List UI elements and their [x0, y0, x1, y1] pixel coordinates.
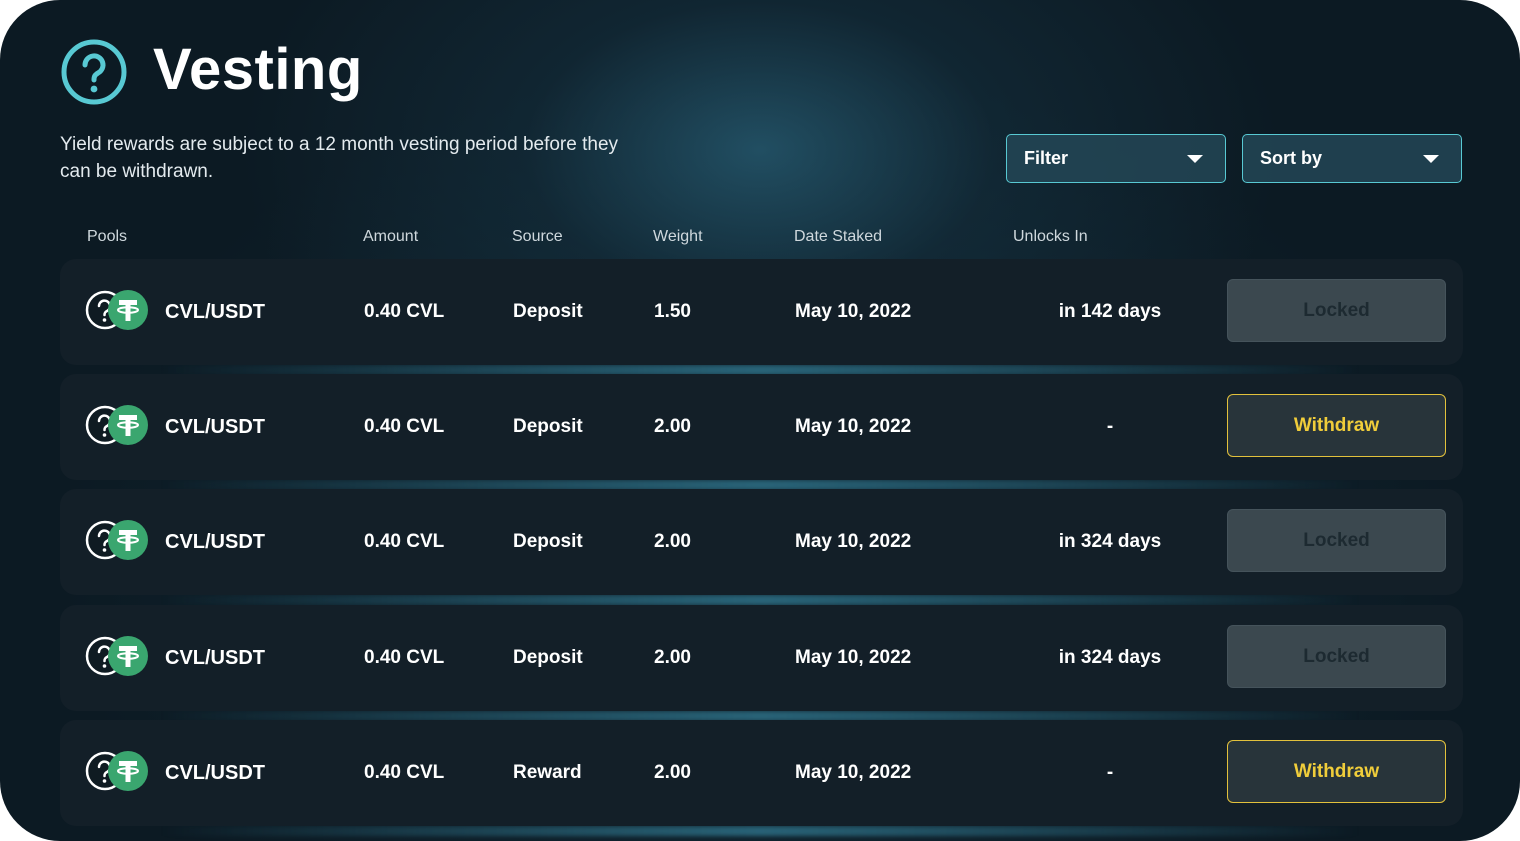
row-separator	[160, 595, 1360, 605]
withdraw-button[interactable]: Withdraw	[1227, 394, 1446, 457]
date-staked-value: May 10, 2022	[795, 416, 912, 437]
table-row: CVL/USDT 0.40 CVL Deposit 2.00 May 10, 2022 i…	[60, 605, 1463, 711]
cvl-usdt-pair-icon	[84, 750, 150, 792]
filter-dropdown[interactable]: Filter	[1006, 134, 1226, 183]
chevron-down-icon	[1187, 155, 1203, 163]
amount-value: 0.40 CVL	[364, 531, 445, 552]
page-title: Vesting	[153, 37, 363, 102]
pool-name: CVL/USDT	[165, 530, 265, 553]
locked-button[interactable]: Locked	[1227, 625, 1446, 688]
unlocks-in-value: in 324 days	[1058, 647, 1162, 668]
date-staked-value: May 10, 2022	[795, 762, 912, 783]
chevron-down-icon	[1423, 155, 1439, 163]
source-value: Deposit	[513, 647, 583, 668]
source-value: Deposit	[513, 301, 583, 322]
cvl-usdt-pair-icon	[84, 404, 150, 446]
filter-dropdown-label: Filter	[1024, 148, 1069, 168]
column-header-date-staked: Date Staked	[794, 228, 883, 245]
column-header-pools: Pools	[87, 228, 128, 245]
cvl-usdt-pair-icon	[84, 635, 150, 677]
weight-value: 2.00	[654, 416, 691, 437]
date-staked-value: May 10, 2022	[795, 647, 912, 668]
column-header-weight: Weight	[653, 228, 703, 245]
locked-button[interactable]: Locked	[1227, 509, 1446, 572]
sort-dropdown-label: Sort by	[1260, 148, 1323, 168]
vesting-panel: Vesting Yield rewards are subject to a 1…	[0, 0, 1520, 841]
weight-value: 2.00	[654, 531, 691, 552]
table-row: CVL/USDT 0.40 CVL Deposit 1.50 May 10, 2022 i…	[60, 259, 1463, 365]
weight-value: 1.50	[654, 301, 691, 322]
column-header-source: Source	[512, 228, 563, 245]
page-subtitle: Yield rewards are subject to a 12 month …	[60, 134, 619, 182]
unlocks-in-value: in 142 days	[1058, 301, 1162, 322]
unlocks-in-value: -	[1106, 762, 1114, 783]
amount-value: 0.40 CVL	[364, 416, 445, 437]
pool-name: CVL/USDT	[165, 300, 265, 323]
source-value: Deposit	[513, 531, 583, 552]
weight-value: 2.00	[654, 762, 691, 783]
amount-value: 0.40 CVL	[364, 647, 445, 668]
unlocks-in-value: -	[1106, 416, 1114, 437]
column-header-amount: Amount	[363, 228, 419, 245]
cvl-usdt-pair-icon	[84, 519, 150, 561]
amount-value: 0.40 CVL	[364, 301, 445, 322]
unlocks-in-value: in 324 days	[1058, 531, 1162, 552]
sort-dropdown[interactable]: Sort by	[1242, 134, 1462, 183]
amount-value: 0.40 CVL	[364, 762, 445, 783]
cvl-usdt-pair-icon	[84, 289, 150, 331]
question-circle-icon	[61, 39, 127, 105]
table-row: CVL/USDT 0.40 CVL Deposit 2.00 May 10, 2022 i…	[60, 489, 1463, 595]
pool-name: CVL/USDT	[165, 761, 265, 784]
date-staked-value: May 10, 2022	[795, 301, 912, 322]
table-row: CVL/USDT 0.40 CVL Reward 2.00 May 10, 2022 - W…	[60, 720, 1463, 826]
source-value: Deposit	[513, 416, 583, 437]
table-row: CVL/USDT 0.40 CVL Deposit 2.00 May 10, 2022 -…	[60, 374, 1463, 480]
pool-name: CVL/USDT	[165, 646, 265, 669]
column-header-unlocks-in: Unlocks In	[1013, 228, 1088, 245]
withdraw-button[interactable]: Withdraw	[1227, 740, 1446, 803]
locked-button[interactable]: Locked	[1227, 279, 1446, 342]
pool-name: CVL/USDT	[165, 415, 265, 438]
weight-value: 2.00	[654, 647, 691, 668]
row-separator	[160, 826, 1360, 836]
date-staked-value: May 10, 2022	[795, 531, 912, 552]
source-value: Reward	[513, 762, 582, 783]
